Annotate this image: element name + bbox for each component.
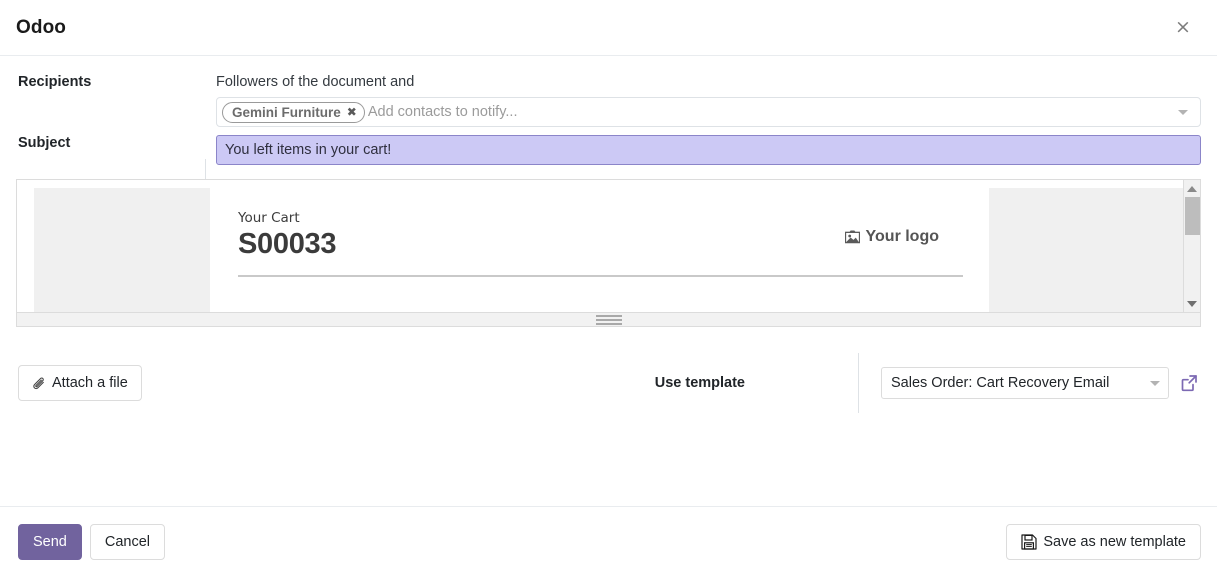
send-message-dialog: Odoo × Recipients Followers of the docum… <box>0 0 1217 576</box>
preview-scrollbar[interactable] <box>1183 180 1200 312</box>
dialog-title: Odoo <box>16 17 66 39</box>
cart-label: Your Cart <box>238 210 336 226</box>
template-row: Attach a file Use template Sales Order: … <box>0 353 1217 413</box>
recipient-tag[interactable]: Gemini Furniture ✖ <box>222 102 365 123</box>
save-as-new-template-button[interactable]: Save as new template <box>1006 524 1201 560</box>
broken-image-icon <box>845 230 860 244</box>
open-template-external-icon[interactable] <box>1177 371 1201 395</box>
subject-label: Subject <box>0 135 202 151</box>
dialog-header: Odoo × <box>0 0 1217 56</box>
preview-canvas: Your Cart S00033 <box>17 180 1183 312</box>
recipients-control: Followers of the document and Gemini Fur… <box>202 74 1201 127</box>
preview-resize-handle[interactable] <box>16 313 1201 327</box>
template-column-divider <box>858 353 859 413</box>
use-template-label: Use template <box>655 375 745 391</box>
scroll-down-icon[interactable] <box>1184 295 1201 312</box>
recipients-placeholder: Add contacts to notify... <box>365 104 1178 120</box>
form-area: Recipients Followers of the document and… <box>0 56 1217 165</box>
subject-control: You left items in your cart! <box>202 135 1201 165</box>
scrollbar-thumb[interactable] <box>1185 197 1200 235</box>
subject-input[interactable]: You left items in your cart! <box>216 135 1201 165</box>
email-order-block: Your Cart S00033 <box>238 210 336 261</box>
remove-tag-icon[interactable]: ✖ <box>347 106 357 118</box>
recipients-row: Recipients Followers of the document and… <box>0 74 1217 127</box>
save-icon <box>1021 534 1037 550</box>
save-as-new-template-label: Save as new template <box>1043 534 1186 550</box>
email-body-preview[interactable]: Your Cart S00033 <box>16 179 1201 313</box>
email-background: Your Cart S00033 <box>34 188 1183 312</box>
order-number: S00033 <box>238 228 336 261</box>
email-card-header: Your Cart S00033 <box>238 210 963 261</box>
template-select-value: Sales Order: Cart Recovery Email <box>891 375 1150 391</box>
chevron-down-icon[interactable] <box>1150 381 1160 386</box>
dialog-footer: Send Cancel Save as new template <box>0 506 1217 576</box>
send-button[interactable]: Send <box>18 524 82 560</box>
cancel-button[interactable]: Cancel <box>90 524 165 560</box>
dialog-body: Recipients Followers of the document and… <box>0 56 1217 506</box>
scrollbar-track[interactable] <box>1184 197 1201 295</box>
grip-lines-icon <box>596 315 622 325</box>
attach-file-label: Attach a file <box>52 375 128 391</box>
recipient-tag-label: Gemini Furniture <box>232 105 341 120</box>
subject-row: Subject You left items in your cart! <box>0 135 1217 165</box>
scroll-up-icon[interactable] <box>1184 180 1201 197</box>
chevron-down-icon[interactable] <box>1178 110 1188 115</box>
your-logo-text: Your logo <box>866 228 939 246</box>
attach-file-button[interactable]: Attach a file <box>18 365 142 401</box>
close-icon[interactable]: × <box>1171 16 1195 40</box>
recipients-label: Recipients <box>0 74 202 90</box>
template-select[interactable]: Sales Order: Cart Recovery Email <box>881 367 1169 399</box>
recipients-input[interactable]: Gemini Furniture ✖ Add contacts to notif… <box>216 97 1201 127</box>
email-divider <box>238 275 963 277</box>
followers-note: Followers of the document and <box>216 74 1201 97</box>
email-card: Your Cart S00033 <box>210 188 989 312</box>
paperclip-icon <box>32 376 46 391</box>
your-logo-block: Your logo <box>845 228 939 246</box>
